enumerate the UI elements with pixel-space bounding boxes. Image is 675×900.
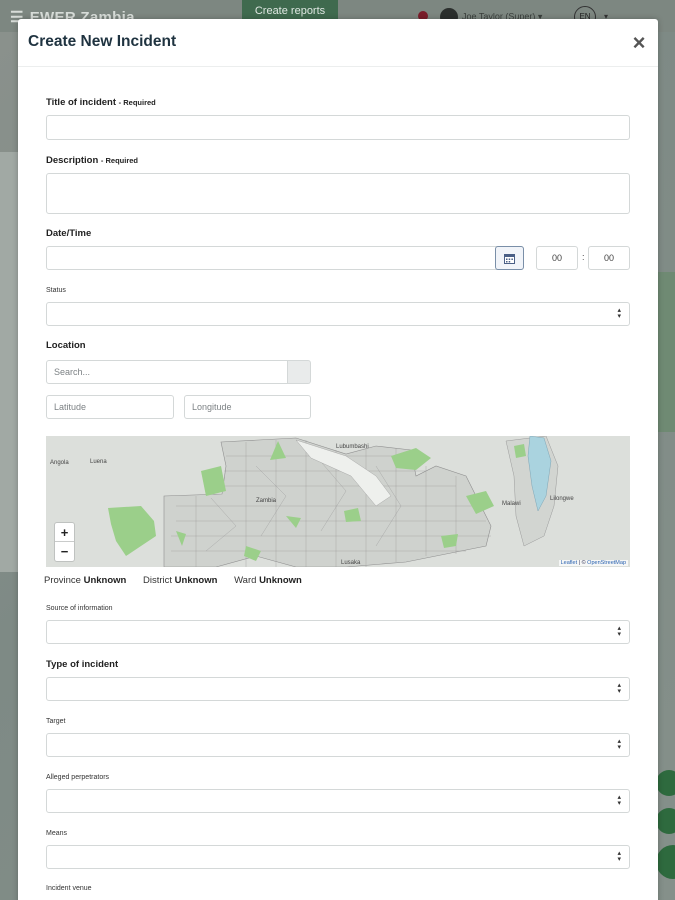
location-label: Location bbox=[46, 340, 86, 351]
perpetrators-label: Alleged perpetrators bbox=[46, 774, 110, 781]
target-select[interactable]: ▴ ▾ bbox=[46, 733, 630, 757]
province-value: Unknown bbox=[83, 575, 127, 586]
location-map[interactable]: Angola Luena Lubumbashi Zambia Malawi Li… bbox=[46, 436, 630, 567]
admin-location-row: Province Unknown District Unknown Ward U… bbox=[44, 575, 316, 586]
district-label: District bbox=[143, 575, 173, 586]
calendar-button[interactable] bbox=[495, 246, 524, 270]
type-select[interactable]: ▴ ▾ bbox=[46, 677, 630, 701]
search-placeholder: Search... bbox=[54, 367, 91, 377]
hour-input[interactable]: 00 bbox=[536, 246, 578, 270]
perpetrators-select[interactable]: ▴ ▾ bbox=[46, 789, 630, 813]
source-select[interactable]: ▴ ▾ bbox=[46, 620, 630, 644]
create-incident-modal: Create New Incident × Title of incident … bbox=[18, 19, 658, 900]
location-search-input[interactable]: Search... bbox=[46, 360, 288, 384]
required-note: - Required bbox=[100, 156, 138, 165]
search-button[interactable] bbox=[288, 360, 311, 384]
background-fab[interactable] bbox=[656, 808, 675, 834]
venue-label: Incident venue bbox=[46, 885, 92, 892]
map-label-angola: Angola bbox=[50, 460, 69, 466]
description-label-text: Description bbox=[46, 155, 99, 166]
longitude-input[interactable]: Longitude bbox=[184, 395, 311, 419]
longitude-placeholder: Longitude bbox=[192, 402, 232, 412]
means-select[interactable]: ▴ ▾ bbox=[46, 845, 630, 869]
district-value: Unknown bbox=[174, 575, 218, 586]
select-arrows-icon: ▴ ▾ bbox=[617, 794, 621, 807]
select-arrows-icon: ▴ ▾ bbox=[617, 682, 621, 695]
description-textarea[interactable] bbox=[46, 173, 630, 214]
map-label-lilongwe: Lilongwe bbox=[550, 496, 574, 502]
background-map-area bbox=[0, 152, 18, 572]
title-label-text: Title of incident bbox=[46, 97, 117, 108]
province-label: Province bbox=[44, 575, 81, 586]
ward-value: Unknown bbox=[259, 575, 302, 586]
date-input[interactable] bbox=[46, 246, 524, 270]
map-attribution: Leaflet | © OpenStreetMap bbox=[558, 560, 628, 566]
modal-title: Create New Incident bbox=[28, 33, 177, 50]
select-arrows-icon: ▴ ▾ bbox=[617, 738, 621, 751]
status-select[interactable]: ▴ ▾ bbox=[46, 302, 630, 326]
map-label-malawi: Malawi bbox=[502, 501, 521, 507]
leaflet-link[interactable]: Leaflet bbox=[561, 560, 578, 566]
select-arrows-icon: ▴ ▾ bbox=[617, 307, 621, 320]
close-button[interactable]: × bbox=[628, 32, 650, 54]
title-input[interactable] bbox=[46, 115, 630, 140]
status-label: Status bbox=[46, 287, 66, 294]
province-info: Province Unknown bbox=[44, 575, 126, 586]
select-arrows-icon: ▴ ▾ bbox=[617, 625, 621, 638]
minute-input[interactable]: 00 bbox=[588, 246, 630, 270]
osm-link[interactable]: OpenStreetMap bbox=[587, 560, 626, 566]
target-label: Target bbox=[46, 718, 66, 725]
map-zoom-control: + − bbox=[54, 522, 75, 562]
map-label-lusaka: Lusaka bbox=[341, 560, 361, 566]
type-label: Type of incident bbox=[46, 659, 119, 670]
zoom-in-button[interactable]: + bbox=[55, 523, 74, 542]
background-map-area bbox=[658, 272, 675, 432]
calendar-icon bbox=[504, 254, 515, 264]
map-label-luena: Luena bbox=[90, 459, 107, 465]
ward-label: Ward bbox=[234, 575, 257, 586]
map-tiles bbox=[46, 436, 630, 567]
datetime-label: Date/Time bbox=[46, 228, 92, 239]
latitude-placeholder: Latitude bbox=[54, 402, 87, 412]
required-note: - Required bbox=[118, 98, 156, 107]
zoom-out-button[interactable]: − bbox=[55, 542, 74, 561]
time-separator: : bbox=[582, 252, 585, 262]
attribution-separator: | © bbox=[577, 560, 588, 566]
title-label: Title of incident - Required bbox=[46, 97, 156, 108]
select-arrows-icon: ▴ ▾ bbox=[617, 850, 621, 863]
map-label-zambia: Zambia bbox=[256, 498, 277, 504]
background-fab[interactable] bbox=[656, 770, 675, 796]
map-label-lubumbashi: Lubumbashi bbox=[336, 444, 369, 450]
latitude-input[interactable]: Latitude bbox=[46, 395, 174, 419]
source-label: Source of information bbox=[46, 605, 113, 612]
means-label: Means bbox=[46, 830, 68, 837]
district-info: District Unknown bbox=[143, 575, 217, 586]
ward-info: Ward Unknown bbox=[234, 575, 302, 586]
description-label: Description - Required bbox=[46, 155, 138, 166]
modal-header: Create New Incident × bbox=[18, 19, 658, 67]
